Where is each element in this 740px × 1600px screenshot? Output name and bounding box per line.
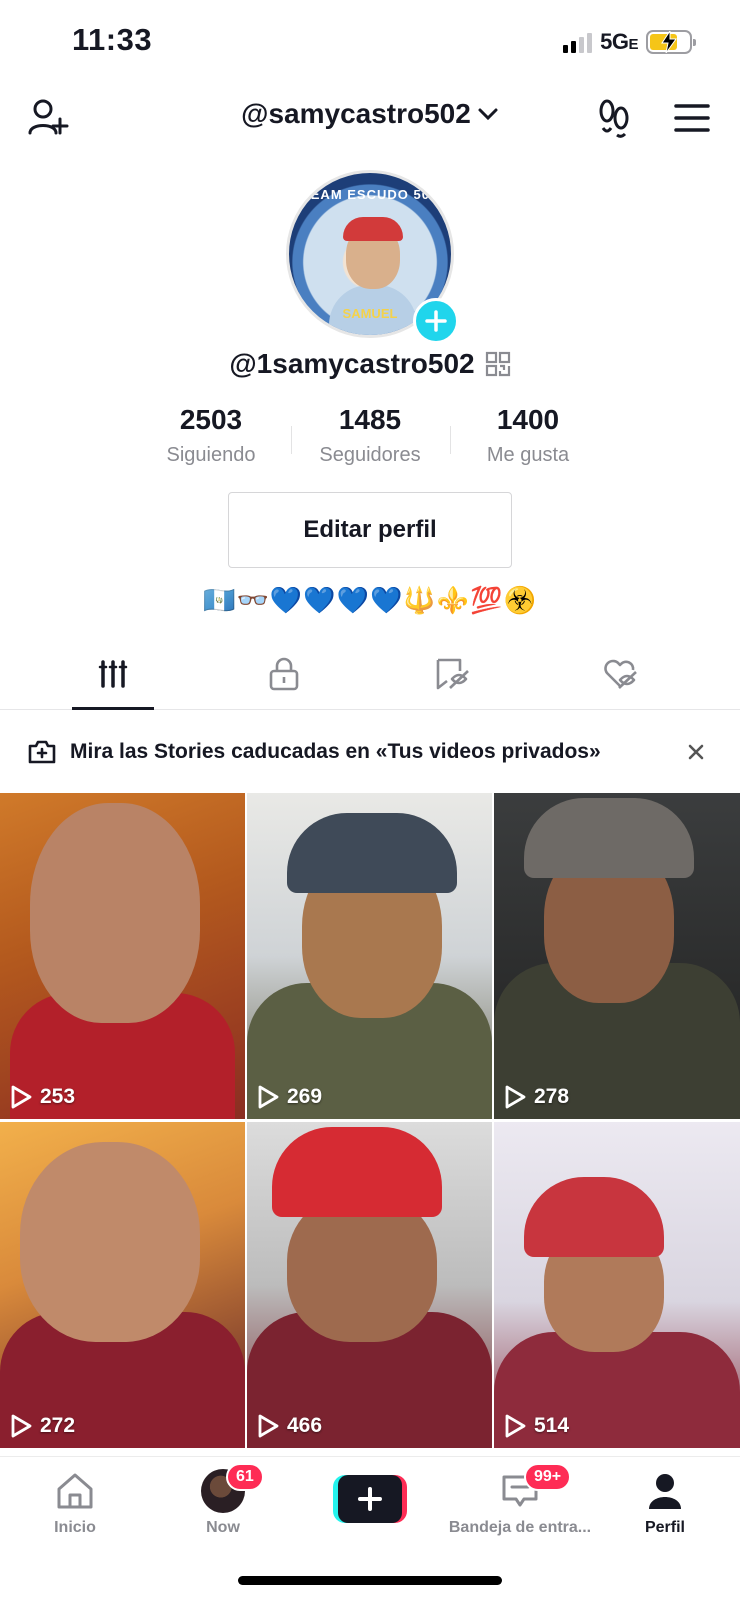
view-count: 253 bbox=[10, 1085, 75, 1109]
divider bbox=[450, 426, 451, 454]
view-count: 466 bbox=[257, 1414, 322, 1438]
play-icon bbox=[258, 1085, 279, 1109]
home-indicator bbox=[238, 1576, 502, 1585]
nav-profile[interactable]: Perfil bbox=[590, 1467, 740, 1537]
play-icon bbox=[505, 1414, 526, 1438]
footprints-icon[interactable] bbox=[590, 94, 638, 142]
banner-text: Mira las Stories caducadas en «Tus video… bbox=[70, 740, 601, 763]
plus-icon bbox=[358, 1487, 382, 1511]
followers-stat[interactable]: 1485 Seguidores bbox=[295, 404, 445, 467]
tab-private[interactable] bbox=[234, 638, 334, 710]
video-thumbnail[interactable]: 466 bbox=[247, 1122, 492, 1448]
video-thumbnail[interactable]: 272 bbox=[0, 1122, 245, 1448]
network-type: 5GE bbox=[600, 29, 638, 54]
profile-icon bbox=[649, 1474, 681, 1509]
hidden-heart-icon bbox=[604, 659, 637, 689]
view-count: 269 bbox=[257, 1085, 322, 1109]
status-indicators: 5GE bbox=[563, 26, 696, 58]
notification-badge: 99+ bbox=[524, 1463, 572, 1491]
nav-home[interactable]: Inicio bbox=[0, 1467, 150, 1537]
play-icon bbox=[11, 1085, 32, 1109]
edit-profile-button[interactable]: Editar perfil bbox=[228, 492, 512, 568]
home-icon bbox=[57, 1473, 93, 1509]
profile-handle-row: @1samycastro502 bbox=[0, 348, 740, 380]
play-icon bbox=[11, 1414, 32, 1438]
play-icon bbox=[505, 1085, 526, 1109]
video-grid: 253 269 278 272 466 514 bbox=[0, 793, 740, 1453]
header-username: @samycastro502 bbox=[241, 98, 471, 129]
avatar-ring-text: TEAM ESCUDO 502 bbox=[301, 187, 439, 202]
stories-banner[interactable]: Mira las Stories caducadas en «Tus video… bbox=[0, 712, 740, 792]
active-tab-indicator bbox=[72, 707, 154, 710]
create-button[interactable] bbox=[333, 1475, 407, 1523]
menu-icon[interactable] bbox=[668, 94, 716, 142]
tab-liked[interactable] bbox=[570, 638, 670, 710]
view-count: 272 bbox=[10, 1414, 75, 1438]
tab-reposts[interactable] bbox=[402, 638, 502, 710]
nav-inbox[interactable]: 99+ Bandeja de entra... bbox=[440, 1463, 600, 1537]
profile-bio: 🇬🇹👓💙💙💙💙🔱⚜️💯☣️ bbox=[203, 586, 537, 616]
profile-tabs bbox=[0, 638, 740, 710]
qr-code-icon[interactable] bbox=[485, 351, 511, 377]
nav-now[interactable]: 61 Now bbox=[148, 1463, 298, 1537]
play-icon bbox=[258, 1414, 279, 1438]
lock-icon bbox=[269, 657, 299, 691]
video-thumbnail[interactable]: 253 bbox=[0, 793, 245, 1119]
view-count: 278 bbox=[504, 1085, 569, 1109]
following-stat[interactable]: 2503 Siguiendo bbox=[136, 404, 286, 467]
camera-plus-icon bbox=[28, 740, 56, 764]
profile-handle: @1samycastro502 bbox=[229, 348, 475, 379]
tab-videos[interactable] bbox=[63, 638, 163, 710]
signal-icon bbox=[563, 31, 593, 53]
video-thumbnail[interactable]: 514 bbox=[494, 1122, 740, 1448]
battery-icon bbox=[646, 30, 696, 54]
divider bbox=[291, 426, 292, 454]
hidden-repost-icon bbox=[436, 658, 469, 690]
close-icon[interactable] bbox=[682, 738, 710, 766]
status-time: 11:33 bbox=[72, 22, 153, 57]
add-story-button[interactable] bbox=[413, 298, 459, 344]
video-thumbnail[interactable]: 278 bbox=[494, 793, 740, 1119]
plus-icon bbox=[425, 310, 447, 332]
status-bar: 11:33 5GE bbox=[0, 0, 740, 84]
grid-icon bbox=[98, 660, 128, 688]
video-thumbnail[interactable]: 269 bbox=[247, 793, 492, 1119]
notification-badge: 61 bbox=[226, 1463, 264, 1491]
view-count: 514 bbox=[504, 1414, 569, 1438]
chevron-down-icon bbox=[478, 108, 498, 121]
likes-stat[interactable]: 1400 Me gusta bbox=[453, 404, 603, 467]
profile-header: @samycastro502 bbox=[0, 88, 740, 150]
profile-stats: 2503 Siguiendo 1485 Seguidores 1400 Me g… bbox=[0, 404, 740, 474]
